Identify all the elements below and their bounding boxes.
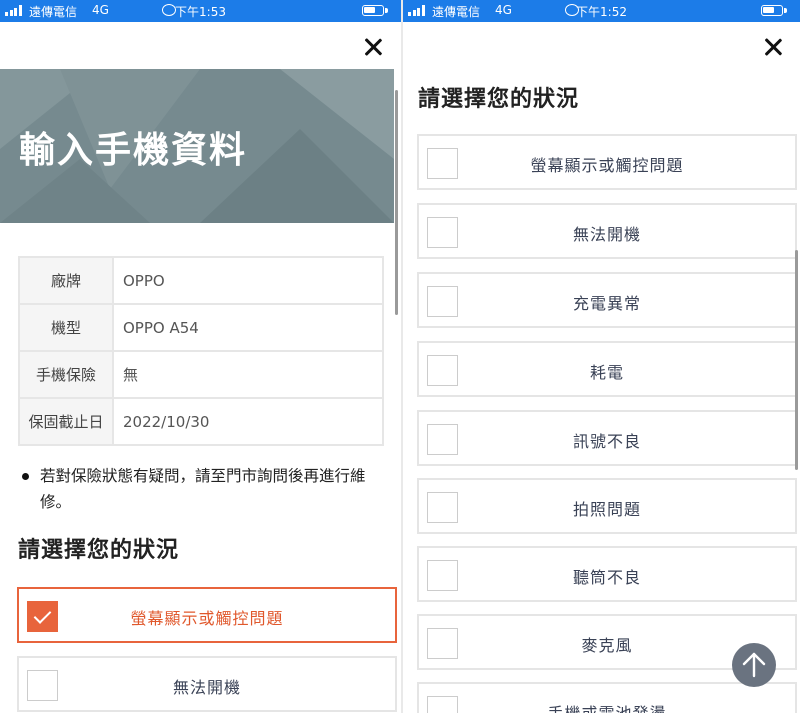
condition-option-label: 螢幕顯示或觸控問題 [530, 156, 684, 175]
condition-option-label: 充電異常 [572, 294, 641, 313]
table-row: 保固截止日 2022/10/30 [18, 397, 384, 446]
close-icon[interactable] [760, 35, 786, 61]
arrow-up-icon [742, 652, 766, 678]
condition-option[interactable]: 聽筒不良 [417, 546, 797, 602]
page-title: 輸入手機資料 [19, 130, 248, 171]
table-row: 廠牌 OPPO [18, 256, 384, 305]
condition-option-label: 耗電 [589, 363, 624, 382]
info-value: 2022/10/30 [112, 397, 384, 446]
status-time: 下午1:53 [175, 5, 226, 19]
info-value: OPPO A54 [112, 303, 384, 352]
info-key: 機型 [18, 303, 114, 352]
scrollbar[interactable] [795, 250, 798, 470]
condition-option-label: 無法開機 [572, 225, 641, 244]
info-key: 廠牌 [18, 256, 114, 305]
right-screen: 遠傳電信 4G 下午1:52 請選擇您的狀況 螢幕顯示或觸控問題 無法開機 充電… [403, 0, 800, 713]
status-bar: 遠傳電信 4G 下午1:53 [0, 0, 401, 22]
condition-option-label: 拍照問題 [572, 500, 641, 519]
condition-option[interactable]: 無法開機 [17, 656, 397, 712]
condition-option-label: 螢幕顯示或觸控問題 [130, 609, 284, 628]
condition-option[interactable]: 螢幕顯示或觸控問題 [17, 587, 397, 643]
battery-nub [784, 8, 787, 13]
close-icon[interactable] [360, 35, 386, 61]
scrollbar[interactable] [395, 90, 398, 315]
info-key: 手機保險 [18, 350, 114, 399]
condition-option-label: 訊號不良 [572, 432, 641, 451]
battery-icon [761, 5, 783, 16]
info-value: OPPO [112, 256, 384, 305]
condition-option-label: 聽筒不良 [572, 568, 641, 587]
condition-option-label: 無法開機 [172, 678, 241, 697]
condition-option[interactable]: 訊號不良 [417, 410, 797, 466]
left-screen: 遠傳電信 4G 下午1:53 輸入手機資料 廠牌 OPPO 機型 OPPO A5… [0, 0, 401, 713]
condition-option[interactable]: 充電異常 [417, 272, 797, 328]
battery-icon [362, 5, 384, 16]
condition-option[interactable]: 螢幕顯示或觸控問題 [417, 134, 797, 190]
status-time: 下午1:52 [576, 5, 627, 19]
condition-option-label: 手機或電池發燙 [419, 700, 795, 713]
bullet-icon [22, 473, 29, 480]
condition-option[interactable]: 拍照問題 [417, 478, 797, 534]
scroll-to-top-button[interactable] [732, 643, 776, 687]
status-bar: 遠傳電信 4G 下午1:52 [403, 0, 800, 22]
battery-nub [385, 8, 388, 13]
section-title: 請選擇您的狀況 [18, 538, 180, 563]
table-row: 機型 OPPO A54 [18, 303, 384, 352]
info-value: 無 [112, 350, 384, 399]
info-key: 保固截止日 [18, 397, 114, 446]
condition-option[interactable]: 耗電 [417, 341, 797, 397]
table-row: 手機保險 無 [18, 350, 384, 399]
condition-option[interactable]: 無法開機 [417, 203, 797, 259]
section-title: 請選擇您的狀況 [418, 87, 580, 112]
insurance-note: 若對保險狀態有疑問，請至門市詢問後再進行維修。 [40, 467, 366, 511]
phone-info-table: 廠牌 OPPO 機型 OPPO A54 手機保險 無 保固截止日 2022/10… [18, 256, 384, 446]
